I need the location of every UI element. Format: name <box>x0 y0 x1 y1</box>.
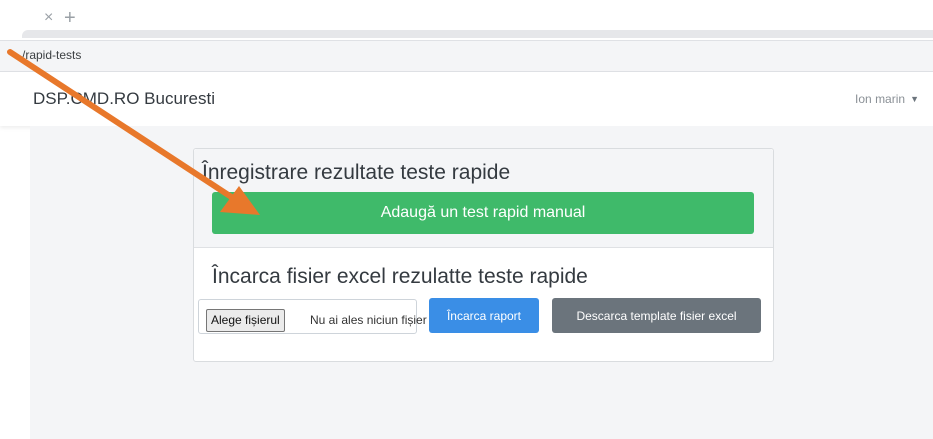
brand-link[interactable]: DSP.CMD.RO Bucuresti <box>33 89 215 109</box>
new-tab-icon[interactable]: + <box>64 7 76 30</box>
user-menu[interactable]: Ion marin ▼ <box>855 92 919 106</box>
url-text[interactable]: /rapid-tests <box>22 48 81 62</box>
file-status-text: Nu ai ales niciun fișier <box>310 313 427 327</box>
app-navbar: DSP.CMD.RO Bucuresti Ion marin ▼ <box>0 72 933 126</box>
download-template-button[interactable]: Descarca template fisier excel <box>552 298 761 333</box>
user-name: Ion marin <box>855 92 906 106</box>
close-tab-icon[interactable]: × <box>44 9 53 27</box>
upload-section-title: Încarca fisier excel rezulatte teste rap… <box>212 265 588 288</box>
address-bar[interactable]: /rapid-tests <box>0 40 933 72</box>
card-header: Înregistrare rezultate teste rapide Adau… <box>194 149 773 248</box>
add-rapid-test-button[interactable]: Adaugă un test rapid manual <box>212 192 754 234</box>
page-title: Înregistrare rezultate teste rapide <box>202 161 511 184</box>
caret-down-icon: ▼ <box>910 94 919 104</box>
choose-file-button[interactable]: Alege fișierul <box>206 309 285 332</box>
browser-tab-strip: × + <box>0 0 933 40</box>
upload-report-button[interactable]: Încarca raport <box>429 298 539 333</box>
browser-tab-bar <box>22 30 933 38</box>
rapid-tests-card: Înregistrare rezultate teste rapide Adau… <box>193 148 774 362</box>
